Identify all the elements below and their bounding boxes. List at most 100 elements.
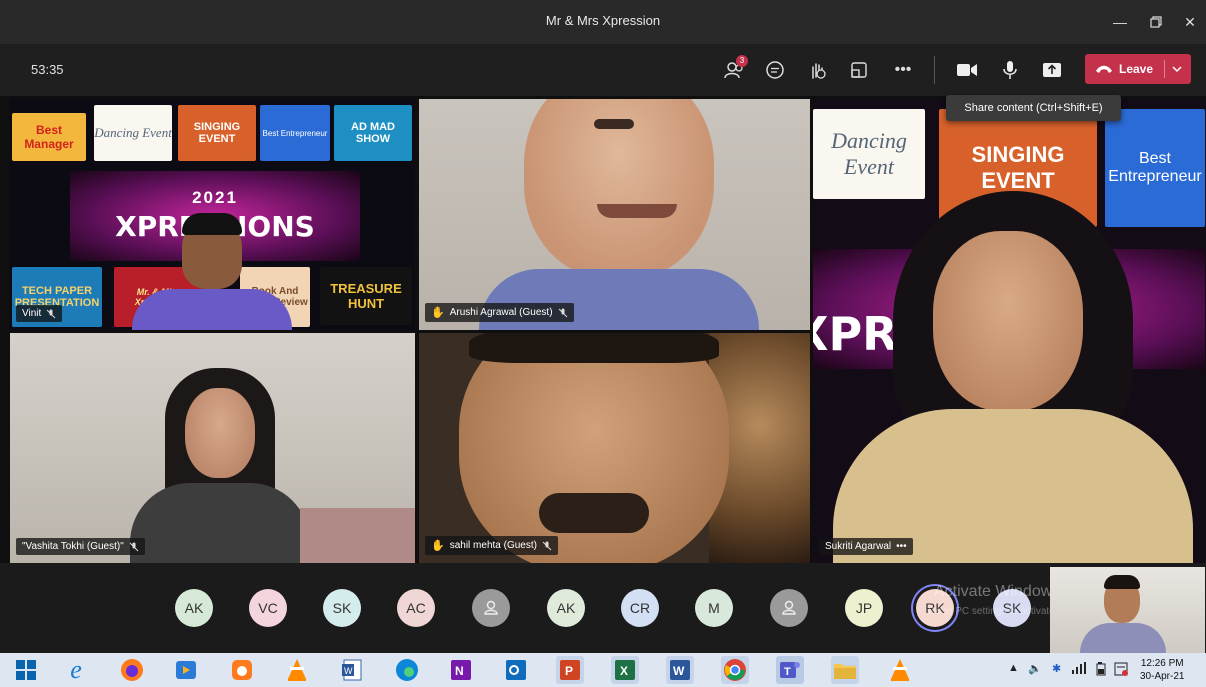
- avatar[interactable]: CR: [621, 589, 659, 627]
- word-app[interactable]: W: [666, 656, 694, 684]
- close-button[interactable]: ✕: [1178, 10, 1202, 34]
- notification-icon: [1114, 662, 1128, 676]
- more-icon[interactable]: •••: [896, 541, 907, 552]
- raised-hand-icon: ✋: [431, 307, 445, 319]
- chevron-down-icon[interactable]: [1171, 60, 1183, 78]
- word-2007-icon: W: [342, 659, 362, 681]
- name-label: Vinit: [16, 305, 63, 322]
- avatar[interactable]: [472, 589, 510, 627]
- tray-expand-icon[interactable]: ▲: [1008, 662, 1019, 674]
- windows-taskbar: e W N P X W T ▲ 🔈 ✱ 12:26 PM 30-Apr-21: [0, 653, 1206, 687]
- background-sofa: [300, 508, 415, 563]
- avatar[interactable]: JP: [845, 589, 883, 627]
- chat-button[interactable]: [762, 57, 788, 83]
- bluetooth-icon[interactable]: ✱: [1052, 662, 1061, 675]
- self-view[interactable]: [1050, 567, 1205, 653]
- avatar-initials: JP: [855, 600, 873, 616]
- word-2007-app[interactable]: W: [338, 656, 366, 684]
- avatar[interactable]: AK: [547, 589, 585, 627]
- participant-strip: AK VC SK AC AK CR M JP RK SK Activate Wi…: [0, 563, 1206, 653]
- participant-eyes: [594, 119, 634, 129]
- toolbar-divider: [934, 56, 935, 84]
- participant-face: [185, 388, 255, 478]
- avatar-initials: AC: [406, 600, 426, 616]
- avatar[interactable]: AK: [175, 589, 213, 627]
- edge-icon: [396, 659, 418, 681]
- outlook-icon: [506, 660, 526, 680]
- participant-name: Sukriti Agarwal: [825, 541, 892, 552]
- video-tile-vashita[interactable]: "Vashita Tokhi (Guest)": [10, 333, 415, 563]
- poster-dancing: Dancing Event: [813, 109, 925, 199]
- chat-icon: [766, 61, 784, 79]
- avatar-initials: AK: [184, 600, 204, 616]
- reactions-button[interactable]: [804, 57, 830, 83]
- avatar[interactable]: M: [695, 589, 733, 627]
- network-signal-icon[interactable]: [1072, 662, 1086, 677]
- participant-name: "Vashita Tokhi (Guest)": [22, 541, 124, 552]
- poster-ad-mad-show: AD MAD SHOW: [334, 105, 412, 161]
- rooms-button[interactable]: [846, 57, 872, 83]
- participant-hair: [182, 213, 242, 235]
- taskbar-clock[interactable]: 12:26 PM 30-Apr-21: [1140, 657, 1184, 683]
- excel-icon: X: [615, 660, 635, 680]
- battery-icon[interactable]: [1094, 662, 1106, 679]
- maximize-button[interactable]: [1144, 10, 1168, 34]
- meeting-timer: 53:35: [31, 62, 64, 77]
- teams-app[interactable]: T: [776, 656, 804, 684]
- leave-button[interactable]: Leave: [1085, 54, 1191, 84]
- avatar[interactable]: AC: [397, 589, 435, 627]
- outlook-app[interactable]: [502, 656, 530, 684]
- person-icon: [782, 600, 796, 615]
- poster-entrepreneur: Best Entrepreneur: [260, 105, 330, 161]
- mic-button[interactable]: [997, 57, 1023, 83]
- onenote-app[interactable]: N: [447, 656, 475, 684]
- avatar-initials: CR: [629, 600, 651, 616]
- participant-shirt: [132, 289, 292, 330]
- video-tile-sukriti[interactable]: Dancing Event SINGING EVENT Best Entrepr…: [813, 99, 1205, 563]
- avatar-initials: M: [708, 600, 720, 616]
- share-tray-icon: [1043, 63, 1061, 77]
- chrome-app[interactable]: [721, 656, 749, 684]
- firefox-app[interactable]: [118, 656, 146, 684]
- vlc-app-2[interactable]: [886, 656, 914, 684]
- video-tile-sahil[interactable]: ✋ sahil mehta (Guest): [419, 333, 810, 563]
- svg-text:T: T: [784, 666, 791, 678]
- raised-hand-icon: ✋: [431, 540, 445, 552]
- avatar[interactable]: [770, 589, 808, 627]
- video-tile-vinit[interactable]: Best Manager Dancing Event SINGING EVENT…: [10, 99, 415, 330]
- leave-label: Leave: [1119, 62, 1154, 76]
- participants-badge: 3: [736, 55, 748, 67]
- avatar-initials: AK: [556, 600, 576, 616]
- poster-treasure-hunt: TREASURE HUNT: [320, 267, 412, 325]
- avatar[interactable]: VC: [249, 589, 287, 627]
- vlc-icon: [288, 659, 306, 681]
- file-explorer-app[interactable]: [831, 656, 859, 684]
- avatar[interactable]: SK: [323, 589, 361, 627]
- edge-legacy-app[interactable]: e: [62, 655, 90, 684]
- more-actions-button[interactable]: •••: [890, 57, 916, 83]
- svg-text:P: P: [565, 664, 573, 678]
- powerpoint-app[interactable]: P: [556, 656, 584, 684]
- minimize-button[interactable]: —: [1108, 10, 1132, 34]
- poster-singing: SINGING EVENT: [178, 105, 256, 161]
- action-center-icon[interactable]: [1114, 662, 1128, 679]
- uc-browser-app[interactable]: [228, 656, 256, 684]
- camera-button[interactable]: [954, 57, 980, 83]
- windows-start-icon: [16, 660, 36, 680]
- svg-text:W: W: [344, 666, 353, 676]
- name-label: ✋ sahil mehta (Guest): [425, 536, 558, 555]
- onenote-icon: N: [451, 660, 471, 680]
- excel-app[interactable]: X: [611, 656, 639, 684]
- share-button[interactable]: [1039, 57, 1065, 83]
- leave-divider: [1164, 60, 1165, 78]
- volume-icon[interactable]: 🔈: [1028, 662, 1042, 675]
- edge-app[interactable]: [393, 656, 421, 684]
- video-tile-arushi[interactable]: ✋ Arushi Agrawal (Guest): [419, 99, 810, 330]
- hang-up-icon: [1096, 65, 1112, 73]
- participants-button[interactable]: 3: [722, 55, 748, 83]
- media-player-app[interactable]: [172, 656, 200, 684]
- start-button[interactable]: [12, 656, 40, 684]
- microphone-icon: [1003, 61, 1017, 79]
- vlc-app[interactable]: [283, 656, 311, 684]
- avatar-initials: VC: [258, 600, 278, 616]
